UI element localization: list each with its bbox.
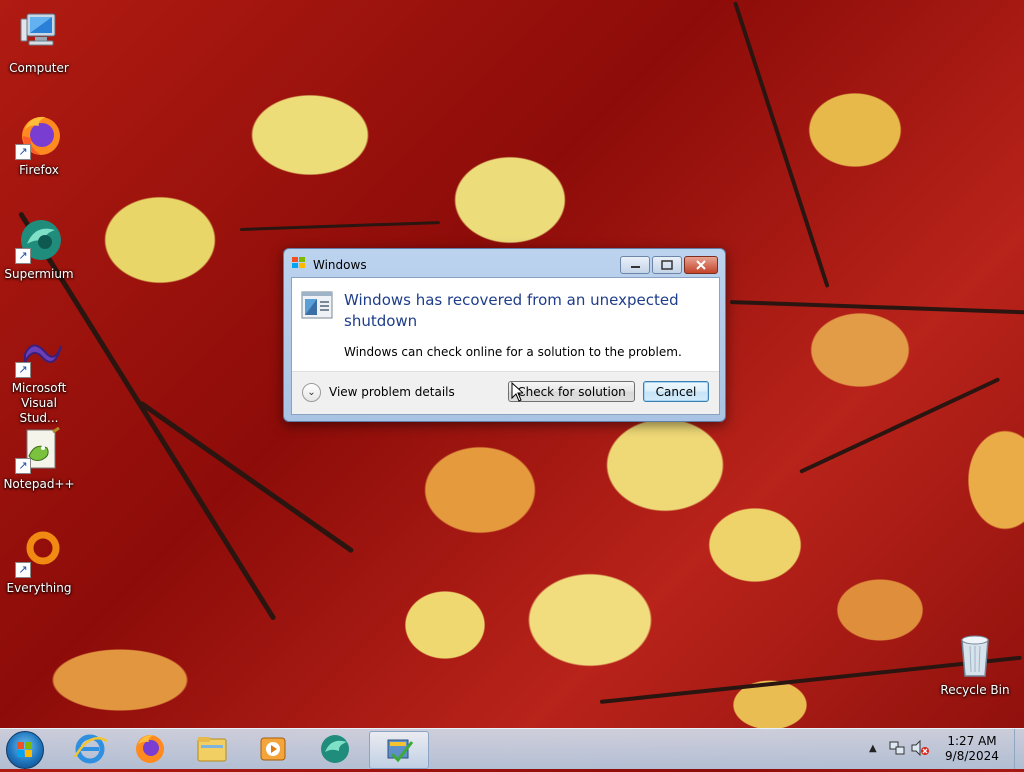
- view-problem-details-link[interactable]: View problem details: [329, 385, 455, 399]
- taskbar-file-explorer[interactable]: [183, 731, 241, 767]
- desktop-icon-supermium[interactable]: ↗ Supermium: [2, 216, 76, 282]
- wallpaper-branch: [799, 377, 1001, 474]
- desktop-icon-notepad-plus-plus[interactable]: ↗ Notepad++: [2, 426, 76, 492]
- desktop-icon-label: Recycle Bin: [940, 683, 1010, 697]
- visual-studio-icon: ↗: [15, 330, 63, 378]
- desktop-icon-label: Everything: [6, 581, 72, 595]
- shortcut-arrow-icon: ↗: [15, 458, 31, 474]
- close-button[interactable]: [684, 256, 718, 274]
- crash-recovery-dialog: Windows Windows has recovered from an un…: [283, 248, 726, 422]
- desktop-icon-recycle-bin[interactable]: Recycle Bin: [938, 632, 1012, 698]
- cancel-button[interactable]: Cancel: [643, 381, 709, 402]
- desktop-icon-everything[interactable]: ↗ Everything: [2, 530, 76, 596]
- desktop-icon-label: Notepad++: [3, 477, 75, 491]
- dialog-description: Windows can check online for a solution …: [344, 345, 682, 359]
- desktop-icon-label: Firefox: [19, 163, 59, 177]
- volume-muted-icon[interactable]: [911, 740, 929, 756]
- minimize-button[interactable]: [620, 256, 650, 274]
- dialog-footer: ⌄ View problem details Check for solutio…: [292, 371, 719, 414]
- notepad-plus-plus-icon: ↗: [15, 426, 63, 474]
- close-icon: [696, 260, 706, 270]
- shortcut-arrow-icon: ↗: [15, 562, 31, 578]
- taskbar-internet-explorer[interactable]: [61, 731, 119, 767]
- problem-reports-icon: [387, 739, 414, 763]
- mouse-cursor-icon: [511, 382, 523, 402]
- network-icon[interactable]: [889, 740, 905, 756]
- firefox-icon: ↗: [15, 112, 63, 160]
- taskbar-firefox[interactable]: [121, 731, 179, 767]
- dialog-title: Windows: [313, 258, 367, 272]
- desktop-icon-label: Computer: [9, 61, 69, 75]
- taskbar: ▲ 1:27 AM 9/8/2024: [0, 728, 1024, 769]
- taskbar-media-player[interactable]: [244, 731, 302, 767]
- taskbar-problem-reporting[interactable]: [369, 731, 429, 769]
- wallpaper-branch: [138, 400, 355, 554]
- wallpaper-branch: [729, 300, 1024, 315]
- windows-logo-icon: [17, 742, 32, 757]
- dialog-content: Windows has recovered from an unexpected…: [291, 277, 720, 415]
- supermium-icon: ↗: [15, 216, 63, 264]
- check-for-solution-button[interactable]: Check for solution: [508, 381, 635, 402]
- dialog-titlebar[interactable]: Windows: [284, 249, 725, 277]
- desktop-icon-computer[interactable]: Computer: [2, 10, 76, 76]
- system-clock[interactable]: 1:27 AM 9/8/2024: [934, 734, 1010, 764]
- dialog-heading: Windows has recovered from an unexpected…: [344, 291, 679, 330]
- folder-icon: [197, 737, 227, 762]
- clock-time: 1:27 AM: [947, 734, 997, 748]
- shortcut-arrow-icon: ↗: [15, 248, 31, 264]
- program-window-icon: [301, 291, 333, 319]
- show-desktop-button[interactable]: [1014, 729, 1024, 769]
- start-button[interactable]: [6, 731, 44, 769]
- maximize-button[interactable]: [652, 256, 682, 274]
- shortcut-arrow-icon: ↗: [15, 362, 31, 378]
- taskbar-supermium[interactable]: [306, 731, 364, 767]
- shortcut-arrow-icon: ↗: [15, 144, 31, 160]
- recycle-bin-icon: [951, 632, 999, 680]
- desktop-icon-visual-studio[interactable]: ↗ Microsoft Visual Stud...: [2, 330, 76, 426]
- chevron-down-icon[interactable]: ⌄: [302, 383, 321, 402]
- desktop-icon-label: Supermium: [4, 267, 74, 281]
- clock-date: 9/8/2024: [945, 749, 999, 763]
- maximize-icon: [661, 260, 673, 270]
- supermium-icon: [321, 735, 349, 763]
- wallpaper-branch: [733, 1, 830, 288]
- computer-icon: [15, 10, 63, 58]
- internet-explorer-icon: [73, 734, 108, 764]
- show-hidden-icons-button[interactable]: ▲: [869, 743, 877, 754]
- desktop-icon-label: Microsoft Visual Stud...: [11, 381, 67, 425]
- windows-flag-icon: [292, 257, 305, 268]
- everything-icon: ↗: [15, 530, 63, 578]
- minimize-icon: [631, 266, 640, 268]
- wallpaper-branch: [239, 221, 440, 231]
- desktop-icon-firefox[interactable]: ↗ Firefox: [2, 112, 76, 178]
- firefox-icon: [136, 735, 164, 763]
- media-player-icon: [260, 737, 286, 761]
